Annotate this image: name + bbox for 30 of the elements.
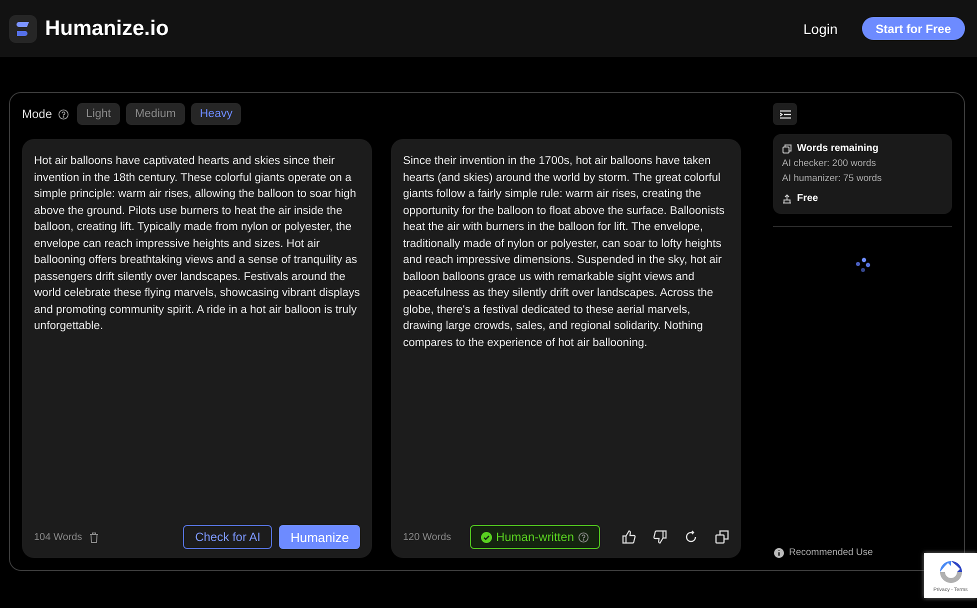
login-link[interactable]: Login (803, 20, 838, 36)
mode-label: Mode (22, 107, 52, 121)
thumbs-down-icon[interactable] (653, 530, 667, 544)
mode-tab[interactable]: Light (77, 103, 120, 125)
info-icon (774, 548, 784, 558)
output-text: Since their invention in the 1700s, hot air balloons have taken hearts (and skies) around the world by storm. The great colorful giants follow a fairly simple rule: warm air rises, creating the opportunity for the balloon to float above the surface. Balloonists heat the air with burners in the balloon for lift. The envelope, traditionally made of nylon or polyester, can soar to lofty heights and reach impressive dimensions. Suspended in the sky, hot air balloon balloons grace us with remarkable sight views and peacefulness as they silently drift over landscapes. Across the globe, there's a festival dedicated to these aerial marvels, drawing large crowds, sales, and regional solidarity. Nothing compares to the experience of hot air ballooning. (403, 154, 726, 350)
loading-spinner-icon (854, 257, 870, 273)
help-icon (58, 108, 70, 120)
plan-icon (782, 194, 792, 204)
recaptcha-logo-icon (938, 558, 964, 584)
usage-line: AI checker: 200 words (782, 158, 877, 169)
word-count: 120 Words (403, 532, 452, 542)
mode-tab[interactable]: Heavy (190, 103, 242, 125)
refresh-icon[interactable] (684, 530, 698, 544)
word-count: 104 Words (34, 532, 82, 542)
mode-tab[interactable]: Medium (126, 103, 185, 125)
brand-name: Humanize.io (45, 16, 169, 40)
check-ai-button[interactable]: Check for AI (183, 525, 272, 549)
plan-name: Free (797, 193, 818, 204)
thumbs-up-icon[interactable] (622, 530, 636, 544)
verdict-badge: Human-written (470, 525, 600, 549)
logo-icon (9, 14, 37, 42)
trash-icon[interactable] (89, 532, 100, 542)
card-title: Words remaining (797, 143, 878, 154)
recommended-use-link[interactable]: Recommended Use (789, 547, 873, 558)
input-text[interactable]: Hot air balloons have captivated hearts and skies since their invention in the 18th century. These colorful giants operate on a simple principle: warm air rises, allowing the balloon to soar high above the ground. Pilots use burners to heat the air inside the balloon, creating lift. Typically made from nylon or polyester, the envelope can reach impressive heights and sizes. Hot air ballooning offers breathtaking views and a sense of tranquility as passengers drift silently over landscapes. Festivals around the world celebrate these flying marvels, showcasing vibrant displays and promoting community spirit. A ride in a hot air balloon is truly unforgettable. (34, 153, 360, 525)
usage-line: AI humanizer: 75 words (782, 173, 883, 184)
copy-icon[interactable] (715, 530, 729, 544)
menu-icon[interactable] (773, 103, 797, 125)
stack-icon (782, 144, 792, 154)
